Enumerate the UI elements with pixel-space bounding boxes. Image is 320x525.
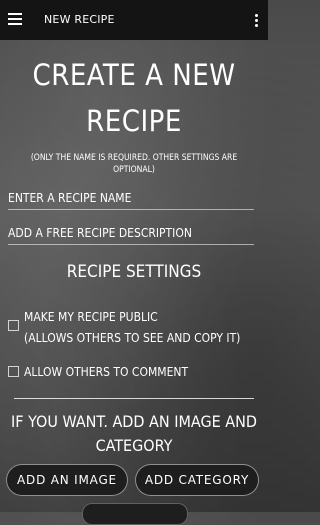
public-checkbox-label[interactable]: MAKE MY RECIPE PUBLIC	[24, 309, 158, 326]
recipe-description-placeholder: ADD A FREE RECIPE DESCRIPTION	[8, 226, 192, 240]
recipe-settings-heading: RECIPE SETTINGS	[66, 262, 202, 282]
app-bar: NEW RECIPE	[0, 0, 268, 40]
add-image-button[interactable]: ADD AN IMAGE	[6, 464, 128, 496]
extras-info-line2: CATEGORY	[95, 436, 173, 455]
save-button-partial[interactable]	[82, 503, 188, 525]
recipe-name-placeholder: ENTER A RECIPE NAME	[8, 191, 132, 205]
public-checkbox[interactable]	[8, 320, 19, 331]
recipe-description-input[interactable]: ADD A FREE RECIPE DESCRIPTION	[8, 222, 254, 245]
page-title-line2: RECIPE	[86, 104, 182, 138]
page-title-line1: CREATE A NEW	[32, 58, 236, 92]
extras-info: IF YOU WANT. ADD AN IMAGE AND CATEGORY	[0, 410, 268, 458]
app-bar-title: NEW RECIPE	[44, 13, 115, 26]
comments-checkbox[interactable]	[8, 366, 19, 377]
add-category-button[interactable]: ADD CATEGORY	[135, 464, 259, 496]
extras-info-line1: IF YOU WANT. ADD AN IMAGE AND	[11, 412, 257, 431]
comments-checkbox-label[interactable]: ALLOW OTHERS TO COMMENT	[24, 364, 188, 381]
divider	[14, 398, 254, 399]
public-checkbox-sublabel: (ALLOWS OTHERS TO SEE AND COPY IT)	[24, 331, 241, 345]
hamburger-menu-icon[interactable]	[8, 13, 22, 25]
more-vert-icon[interactable]	[255, 14, 258, 29]
recipe-name-input[interactable]: ENTER A RECIPE NAME	[8, 187, 254, 210]
required-note: (ONLY THE NAME IS REQUIRED. OTHER SETTIN…	[30, 153, 238, 175]
